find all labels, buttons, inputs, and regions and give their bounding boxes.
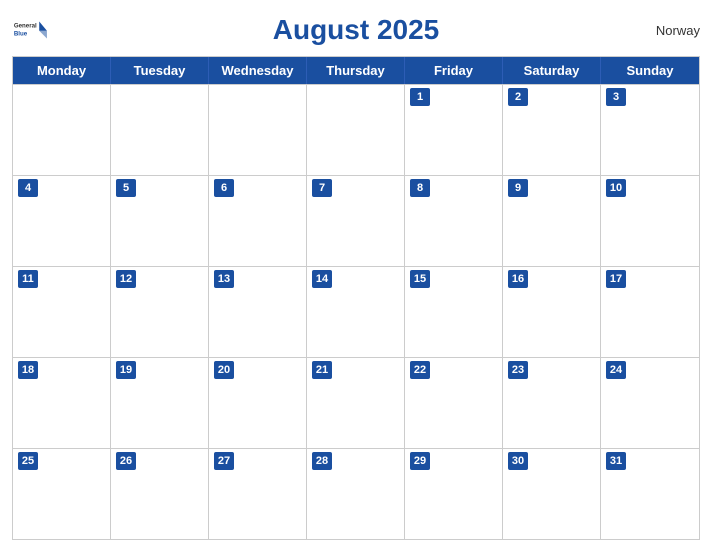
day-number: 6 [214,179,234,197]
day-cell-1-4: 8 [405,176,503,266]
day-cell-1-0: 4 [13,176,111,266]
weeks: 1234567891011121314151617181920212223242… [13,84,699,539]
day-number: 7 [312,179,332,197]
week-row-1: 1 2 3 [13,84,699,175]
day-number: 21 [312,361,332,379]
header-tuesday: Tuesday [111,57,209,84]
day-headers: Monday Tuesday Wednesday Thursday Friday… [13,57,699,84]
day-cell-1-5: 9 [503,176,601,266]
day-number: 31 [606,452,626,470]
day-number: 22 [410,361,430,379]
calendar-header: General Blue August 2025 Norway [12,10,700,52]
day-number: 20 [214,361,234,379]
week-row-3: 11 12 13 14 15 16 17 [13,266,699,357]
day-number: 11 [18,270,38,288]
day-cell-0-1 [111,85,209,175]
day-cell-3-0: 18 [13,358,111,448]
day-cell-0-2 [209,85,307,175]
day-cell-2-3: 14 [307,267,405,357]
day-cell-1-1: 5 [111,176,209,266]
country-label: Norway [656,23,700,38]
day-number: 3 [606,88,626,106]
day-cell-0-5: 2 [503,85,601,175]
day-cell-2-4: 15 [405,267,503,357]
calendar-grid: Monday Tuesday Wednesday Thursday Friday… [12,56,700,540]
day-cell-2-5: 16 [503,267,601,357]
header-thursday: Thursday [307,57,405,84]
day-cell-3-4: 22 [405,358,503,448]
day-cell-2-1: 12 [111,267,209,357]
logo: General Blue [12,20,48,40]
week-row-5: 25 26 27 28 29 30 31 [13,448,699,539]
day-number: 9 [508,179,528,197]
logo-icon: General Blue [12,20,48,40]
day-cell-4-3: 28 [307,449,405,539]
day-cell-2-2: 13 [209,267,307,357]
day-cell-4-0: 25 [13,449,111,539]
day-number: 17 [606,270,626,288]
day-number: 24 [606,361,626,379]
day-cell-3-3: 21 [307,358,405,448]
day-number: 12 [116,270,136,288]
day-cell-0-3 [307,85,405,175]
day-number: 23 [508,361,528,379]
header-wednesday: Wednesday [209,57,307,84]
day-cell-2-0: 11 [13,267,111,357]
calendar-container: General Blue August 2025 Norway Monday T… [0,0,712,550]
header-monday: Monday [13,57,111,84]
week-row-2: 4 5 6 7 8 9 10 [13,175,699,266]
day-cell-0-0 [13,85,111,175]
header-friday: Friday [405,57,503,84]
day-cell-1-2: 6 [209,176,307,266]
header-sunday: Sunday [601,57,699,84]
day-number: 15 [410,270,430,288]
day-cell-3-5: 23 [503,358,601,448]
day-cell-3-1: 19 [111,358,209,448]
header-saturday: Saturday [503,57,601,84]
day-cell-4-1: 26 [111,449,209,539]
day-number: 18 [18,361,38,379]
day-number: 27 [214,452,234,470]
day-cell-3-6: 24 [601,358,699,448]
day-cell-0-6: 3 [601,85,699,175]
day-number: 29 [410,452,430,470]
week-row-4: 18 19 20 21 22 23 24 [13,357,699,448]
day-number: 26 [116,452,136,470]
day-number: 1 [410,88,430,106]
day-cell-4-4: 29 [405,449,503,539]
day-number: 8 [410,179,430,197]
day-number: 2 [508,88,528,106]
svg-text:General: General [14,23,37,30]
day-cell-3-2: 20 [209,358,307,448]
day-cell-4-6: 31 [601,449,699,539]
day-number: 28 [312,452,332,470]
day-number: 13 [214,270,234,288]
day-number: 19 [116,361,136,379]
day-cell-1-6: 10 [601,176,699,266]
day-number: 16 [508,270,528,288]
day-number: 14 [312,270,332,288]
day-number: 5 [116,179,136,197]
day-cell-0-4: 1 [405,85,503,175]
day-cell-4-5: 30 [503,449,601,539]
month-title: August 2025 [273,14,440,46]
day-number: 25 [18,452,38,470]
day-cell-2-6: 17 [601,267,699,357]
day-cell-4-2: 27 [209,449,307,539]
day-cell-1-3: 7 [307,176,405,266]
day-number: 30 [508,452,528,470]
day-number: 4 [18,179,38,197]
svg-text:Blue: Blue [14,30,28,37]
day-number: 10 [606,179,626,197]
